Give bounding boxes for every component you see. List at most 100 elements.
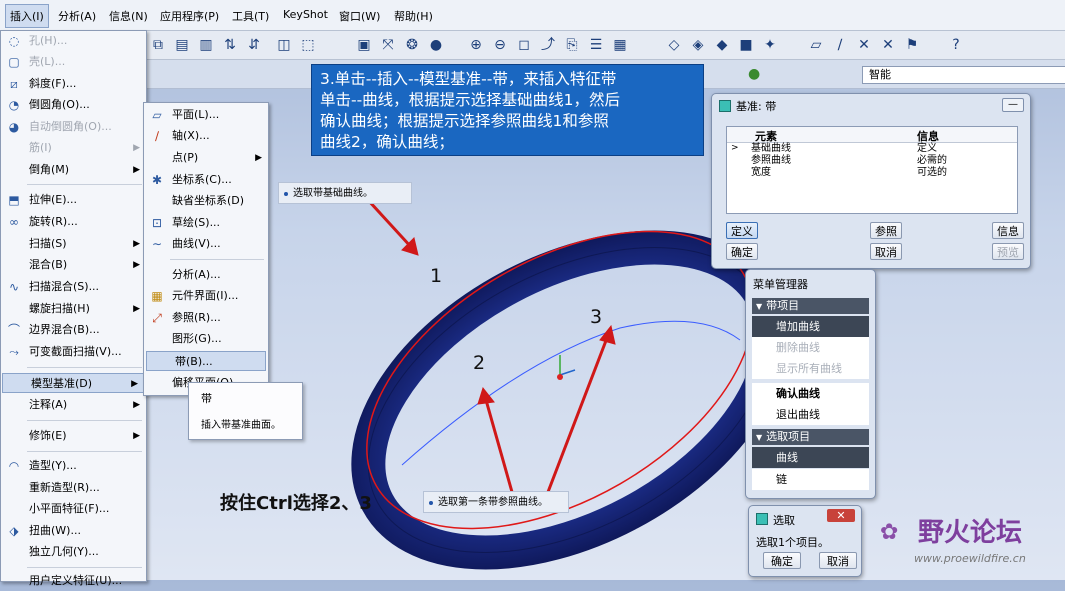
mgr-delete-curve[interactable]: 删除曲线 bbox=[752, 337, 869, 358]
table-row[interactable]: 基础曲线 定义 bbox=[751, 143, 1011, 155]
orient-icon[interactable]: ❂ bbox=[402, 35, 422, 55]
cancel-button[interactable]: 取消 bbox=[870, 243, 902, 260]
row-info: 必需的 bbox=[917, 155, 947, 166]
reference-button[interactable]: 参照 bbox=[870, 222, 902, 239]
section-band-items[interactable]: ▼ 带项目 bbox=[752, 298, 869, 314]
hidden-line-icon[interactable]: ◈ bbox=[688, 35, 708, 55]
paste-icon[interactable]: ▤ bbox=[172, 35, 192, 55]
mgr-curve[interactable]: 曲线 bbox=[752, 447, 869, 468]
menu-help[interactable]: 帮助(H) bbox=[394, 8, 433, 24]
table-row[interactable]: 宽度 可选的 bbox=[751, 167, 1011, 179]
menu-item-rib[interactable]: 筋(I) ▶ bbox=[1, 138, 146, 158]
view-manager-icon[interactable]: ▦ bbox=[610, 35, 630, 55]
menu-item-boundary-blend[interactable]: ⌒ 边界混合(B)... bbox=[1, 320, 146, 340]
select-cancel-button[interactable]: 取消 bbox=[819, 552, 857, 569]
menu-item-cosmetic[interactable]: 修饰(E) ▶ bbox=[1, 426, 146, 446]
menu-item-warp[interactable]: ⬗ 扭曲(W)... bbox=[1, 521, 146, 541]
menu-item-var-sweep[interactable]: ⤳ 可变截面扫描(V)... bbox=[1, 342, 146, 362]
minimize-button[interactable]: — bbox=[1002, 98, 1024, 112]
find-icon[interactable]: ◫ bbox=[274, 35, 294, 55]
no-hidden-icon[interactable]: ◆ bbox=[712, 35, 732, 55]
menu-item-auto-round[interactable]: ◕ 自动倒圆角(O)... bbox=[1, 117, 146, 137]
menu-item-point[interactable]: 点(P) ▶ bbox=[144, 148, 268, 168]
menu-item-plane[interactable]: ▱ 平面(L)... bbox=[144, 105, 268, 125]
spin-center-icon[interactable]: ⤧ bbox=[378, 35, 398, 55]
ok-button[interactable]: 确定 bbox=[726, 243, 758, 260]
preview-button[interactable]: 预览 bbox=[992, 243, 1024, 260]
mgr-confirm-curve[interactable]: 确认曲线 bbox=[752, 383, 869, 404]
zoom-out-icon[interactable]: ⊖ bbox=[490, 35, 510, 55]
close-icon[interactable]: ✕ bbox=[827, 509, 855, 522]
menu-item-shell[interactable]: ▢ 壳(L)... bbox=[1, 52, 146, 72]
repaint-icon[interactable]: ▣ bbox=[354, 35, 374, 55]
menu-item-curve[interactable]: ∼ 曲线(V)... bbox=[144, 234, 268, 254]
define-button[interactable]: 定义 bbox=[726, 222, 758, 239]
csys-display-icon[interactable]: ✕ bbox=[878, 35, 898, 55]
datum-point-display-icon[interactable]: ✕ bbox=[854, 35, 874, 55]
refit-icon[interactable]: ◻ bbox=[514, 35, 534, 55]
mgr-exit-curve[interactable]: 退出曲线 bbox=[752, 404, 869, 425]
paste-special-icon[interactable]: ▥ bbox=[196, 35, 216, 55]
menu-item-interface[interactable]: ▦ 元件界面(I)... bbox=[144, 286, 268, 306]
regen-manager-icon[interactable]: ⇵ bbox=[244, 35, 264, 55]
datum-plane-display-icon[interactable]: ▱ bbox=[806, 35, 826, 55]
menu-item-axis[interactable]: ∕ 轴(X)... bbox=[144, 126, 268, 146]
shading-icon[interactable]: ■ bbox=[736, 35, 756, 55]
menu-item-style[interactable]: ◠ 造型(Y)... bbox=[1, 456, 146, 476]
menu-keyshot[interactable]: KeyShot bbox=[283, 8, 328, 21]
select-box-icon[interactable]: ⬚ bbox=[298, 35, 318, 55]
info-button[interactable]: 信息 bbox=[992, 222, 1024, 239]
datum-axis-display-icon[interactable]: ∕ bbox=[830, 35, 850, 55]
appearance-icon[interactable]: ● bbox=[426, 35, 446, 55]
menu-item-round[interactable]: ◔ 倒圆角(O)... bbox=[1, 95, 146, 115]
menu-item-csys[interactable]: ✱ 坐标系(C)... bbox=[144, 170, 268, 190]
menu-item-graph[interactable]: 图形(G)... bbox=[144, 329, 268, 349]
saved-views-icon[interactable]: ⎘ bbox=[562, 35, 582, 55]
menu-item-independent-geom[interactable]: 独立几何(Y)... bbox=[1, 542, 146, 562]
menu-item-sweep[interactable]: 扫描(S) ▶ bbox=[1, 234, 146, 254]
menu-analysis[interactable]: 分析(A) bbox=[58, 8, 96, 24]
menu-item-annotation[interactable]: 注释(A) ▶ bbox=[1, 395, 146, 415]
selection-filter[interactable]: 智能 bbox=[862, 66, 1065, 84]
menu-item-restyle[interactable]: 重新造型(R)... bbox=[1, 478, 146, 498]
zoom-in-icon[interactable]: ⊕ bbox=[466, 35, 486, 55]
menu-item-reference[interactable]: ⤢ 参照(R)... bbox=[144, 308, 268, 328]
menu-item-sketch[interactable]: ⊡ 草绘(S)... bbox=[144, 213, 268, 233]
menu-item-swept-blend[interactable]: ∿ 扫描混合(S)... bbox=[1, 277, 146, 297]
menu-applications[interactable]: 应用程序(P) bbox=[160, 8, 219, 24]
wireframe-icon[interactable]: ◇ bbox=[664, 35, 684, 55]
menu-item-analysis[interactable]: 分析(A)... bbox=[144, 265, 268, 285]
mgr-chain[interactable]: 链 bbox=[752, 469, 869, 490]
menu-insert[interactable]: 插入(I) bbox=[5, 4, 49, 28]
menu-item-facet[interactable]: 小平面特征(F)... bbox=[1, 499, 146, 519]
mgr-show-all-curves[interactable]: 显示所有曲线 bbox=[752, 358, 869, 379]
regenerate-icon[interactable]: ⇅ bbox=[220, 35, 240, 55]
menu-window[interactable]: 窗口(W) bbox=[339, 8, 380, 24]
boundary-blend-icon: ⌒ bbox=[7, 323, 20, 337]
menu-item-udf[interactable]: 用户定义特征(U)... bbox=[1, 571, 146, 591]
enhanced-realism-icon[interactable]: ✦ bbox=[760, 35, 780, 55]
menu-item-model-datum[interactable]: 模型基准(D) ▶ bbox=[2, 373, 145, 393]
layers-icon[interactable]: ☰ bbox=[586, 35, 606, 55]
menu-item-hole[interactable]: ◌ 孔(H)... bbox=[1, 31, 146, 51]
mgr-add-curve[interactable]: 增加曲线 bbox=[752, 316, 869, 337]
menu-item-draft[interactable]: ⧄ 斜度(F)... bbox=[1, 74, 146, 94]
menu-item-default-csys[interactable]: 缺省坐标系(D) bbox=[144, 191, 268, 211]
copy-icon[interactable]: ⧉ bbox=[148, 35, 168, 55]
menu-item-extrude[interactable]: ⬒ 拉伸(E)... bbox=[1, 190, 146, 210]
menu-item-revolve[interactable]: ∞ 旋转(R)... bbox=[1, 212, 146, 232]
menu-info[interactable]: 信息(N) bbox=[109, 8, 148, 24]
context-help-icon[interactable]: ? bbox=[946, 35, 966, 55]
menu-item-blend[interactable]: 混合(B) ▶ bbox=[1, 255, 146, 275]
menu-item-chamfer[interactable]: 倒角(M) ▶ bbox=[1, 160, 146, 180]
annotation-display-icon[interactable]: ⚑ bbox=[902, 35, 922, 55]
reorient-icon[interactable]: ⤴ bbox=[538, 35, 558, 55]
menu-item-helical-sweep[interactable]: 螺旋扫描(H) ▶ bbox=[1, 299, 146, 319]
menu-tools[interactable]: 工具(T) bbox=[232, 8, 269, 24]
section-select-items[interactable]: ▼ 选取项目 bbox=[752, 429, 869, 445]
hole-icon: ◌ bbox=[8, 34, 20, 48]
menu-item-band[interactable]: 带(B)... bbox=[146, 351, 266, 371]
select-ok-button[interactable]: 确定 bbox=[763, 552, 801, 569]
sketch-icon: ⊡ bbox=[151, 216, 163, 230]
table-row[interactable]: 参照曲线 必需的 bbox=[751, 155, 1011, 167]
